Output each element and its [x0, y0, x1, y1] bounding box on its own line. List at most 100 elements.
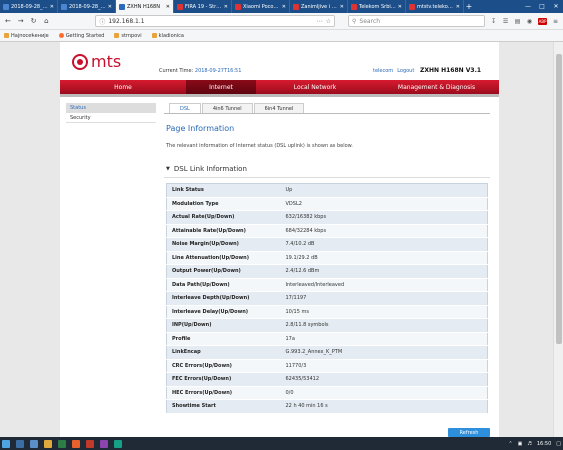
task-view-icon[interactable]: [30, 439, 38, 448]
app-icon[interactable]: [86, 439, 94, 448]
info-key: FEC Errors(Up/Down): [166, 372, 281, 387]
table-row: Profile 17a: [166, 332, 488, 346]
table-row: Noise Margin(Up/Down) 7.4/10.2 dB: [166, 237, 488, 252]
sidebar-icon[interactable]: ▤: [514, 18, 521, 25]
browser-tab[interactable]: 2018-09-28_16-4✕: [58, 0, 116, 13]
minimize-icon[interactable]: —: [521, 0, 535, 13]
tray-chevron-icon[interactable]: ⌃: [508, 441, 512, 447]
url-text: 192.168.1.1: [108, 17, 145, 25]
info-key: HEC Errors(Up/Down): [166, 386, 281, 400]
page-scrollbar[interactable]: [553, 42, 563, 437]
browser-tab[interactable]: ZXHN H168N ✕: [116, 0, 174, 13]
firefox-taskbar-icon[interactable]: [72, 439, 80, 448]
info-value: 19.1/29.2 dB: [280, 251, 488, 265]
browser-tab[interactable]: 2018-09-28_15-46✕: [0, 0, 58, 13]
table-row: Attainable Rate(Up/Down) 684/32284 kbps: [166, 224, 488, 238]
user-name: telecom: [373, 68, 394, 74]
subtab-4in6-tunnel[interactable]: 4in6 Tunnel: [201, 103, 253, 113]
bookmark-kladionica[interactable]: kladionica: [151, 33, 184, 39]
info-key: Line Attenuation(Up/Down): [166, 251, 281, 265]
sidebar: Status Security: [66, 103, 156, 123]
app-icon[interactable]: [114, 439, 122, 448]
close-tab-icon[interactable]: ✕: [456, 4, 460, 10]
new-tab-button[interactable]: +: [464, 0, 474, 13]
browser-tab[interactable]: Telekom Srbija - ✕: [348, 0, 406, 13]
adblock-icon[interactable]: ABP: [538, 17, 548, 25]
maximize-icon[interactable]: □: [535, 0, 549, 13]
nav-internet[interactable]: Internet: [186, 80, 256, 94]
mts-logo-mark: [72, 53, 88, 70]
url-bar[interactable]: ⓘ 192.168.1.1 ⋯ ☆: [95, 15, 335, 27]
close-tab-icon[interactable]: ✕: [108, 4, 112, 10]
close-window-icon[interactable]: ✕: [549, 0, 563, 13]
search-taskbar-icon[interactable]: [16, 439, 24, 448]
menu-icon[interactable]: ≡: [552, 18, 559, 25]
nav-local-network[interactable]: Local Network: [256, 80, 374, 94]
info-key: CRC Errors(Up/Down): [166, 359, 281, 373]
sidebar-item-status[interactable]: Status: [66, 103, 156, 113]
close-tab-icon[interactable]: ✕: [224, 4, 228, 10]
info-value: G.993.2_Annex_K_PTM: [280, 345, 488, 360]
close-tab-icon[interactable]: ✕: [398, 4, 402, 10]
reload-icon[interactable]: ↻: [30, 17, 38, 25]
browser-tab[interactable]: Xiaomi Pocopho ✕: [232, 0, 290, 13]
info-value: 62435/53412: [280, 372, 488, 387]
info-value: Up: [280, 183, 488, 198]
home-icon[interactable]: ⌂: [42, 17, 50, 25]
page-description: The relevant information of Internet sta…: [166, 143, 353, 149]
page-actions-icon[interactable]: ⋯: [317, 18, 323, 25]
network-icon[interactable]: ▣: [518, 441, 523, 447]
bookmarks-bar: Најпосећеније Getting Started strnpovi k…: [0, 30, 563, 42]
info-icon[interactable]: ⓘ: [99, 17, 105, 26]
refresh-button[interactable]: Refresh: [448, 428, 490, 437]
info-key: Profile: [166, 332, 281, 346]
app-icon[interactable]: [58, 439, 66, 448]
back-icon[interactable]: ←: [4, 17, 12, 25]
table-row: Interleave Depth(Up/Down) 17/1197: [166, 291, 488, 306]
close-tab-icon[interactable]: ✕: [282, 4, 286, 10]
search-input[interactable]: ⚲ Search: [348, 15, 486, 27]
bookmark-strnpovi[interactable]: strnpovi: [114, 33, 142, 39]
info-value: 0/0: [280, 386, 488, 400]
folder-icon: [151, 33, 157, 38]
volume-icon[interactable]: ♬: [527, 441, 531, 447]
tab-title: mtstv.telekom.rs/EPG: [417, 3, 454, 10]
nav-home[interactable]: Home: [60, 80, 186, 94]
logout-link[interactable]: Logout: [397, 68, 414, 74]
taskbar-clock[interactable]: 16:50: [537, 441, 551, 447]
browser-tab[interactable]: Zanimljive i smes✕: [290, 0, 348, 13]
collapse-triangle-icon[interactable]: ▼: [166, 166, 170, 172]
folder-icon: [114, 33, 120, 38]
favicon-icon: [61, 3, 67, 10]
scrollbar-thumb[interactable]: [556, 54, 562, 344]
section-header[interactable]: ▼ DSL Link Information: [166, 165, 247, 173]
app-icon[interactable]: [100, 439, 108, 448]
browser-tab[interactable]: mtstv.telekom.rs/EPG✕: [406, 0, 464, 13]
info-key: Link Status: [166, 183, 281, 198]
sidebar-item-security[interactable]: Security: [66, 113, 156, 123]
extension-icon[interactable]: ◉: [526, 18, 533, 25]
bookmark-star-icon[interactable]: ☆: [326, 18, 331, 25]
windows-start-icon[interactable]: [2, 439, 10, 448]
forward-icon[interactable]: →: [17, 17, 25, 25]
notifications-icon[interactable]: □: [556, 441, 561, 447]
close-tab-icon[interactable]: ✕: [166, 4, 170, 10]
page-title: Page Information: [166, 124, 235, 133]
info-value: 2.8/11.8 symbols: [280, 318, 488, 333]
bookmark-most-visited[interactable]: Најпосећеније: [4, 33, 49, 39]
table-row: Data Path(Up/Down) Interleaved/Interleave…: [166, 278, 488, 292]
subtab-divider: [164, 113, 490, 114]
downloads-icon[interactable]: ↧: [490, 18, 497, 25]
table-row: Link Status Up: [166, 183, 488, 198]
file-explorer-icon[interactable]: [44, 439, 52, 448]
bookmark-getting-started[interactable]: Getting Started: [58, 33, 104, 39]
close-tab-icon[interactable]: ✕: [50, 4, 54, 10]
subtab-dsl[interactable]: DSL: [169, 103, 201, 113]
nav-management-diagnosis[interactable]: Management & Diagnosis: [374, 80, 499, 94]
subtab-6in4-tunnel[interactable]: 6in4 Tunnel: [253, 103, 305, 113]
browser-tab[interactable]: FIRA 19 - Stranic✕: [174, 0, 232, 13]
library-icon[interactable]: ☰: [502, 18, 509, 25]
section-divider: [164, 177, 490, 178]
table-row: Showtime Start 22 h 40 min 16 s: [166, 399, 488, 414]
close-tab-icon[interactable]: ✕: [340, 4, 344, 10]
